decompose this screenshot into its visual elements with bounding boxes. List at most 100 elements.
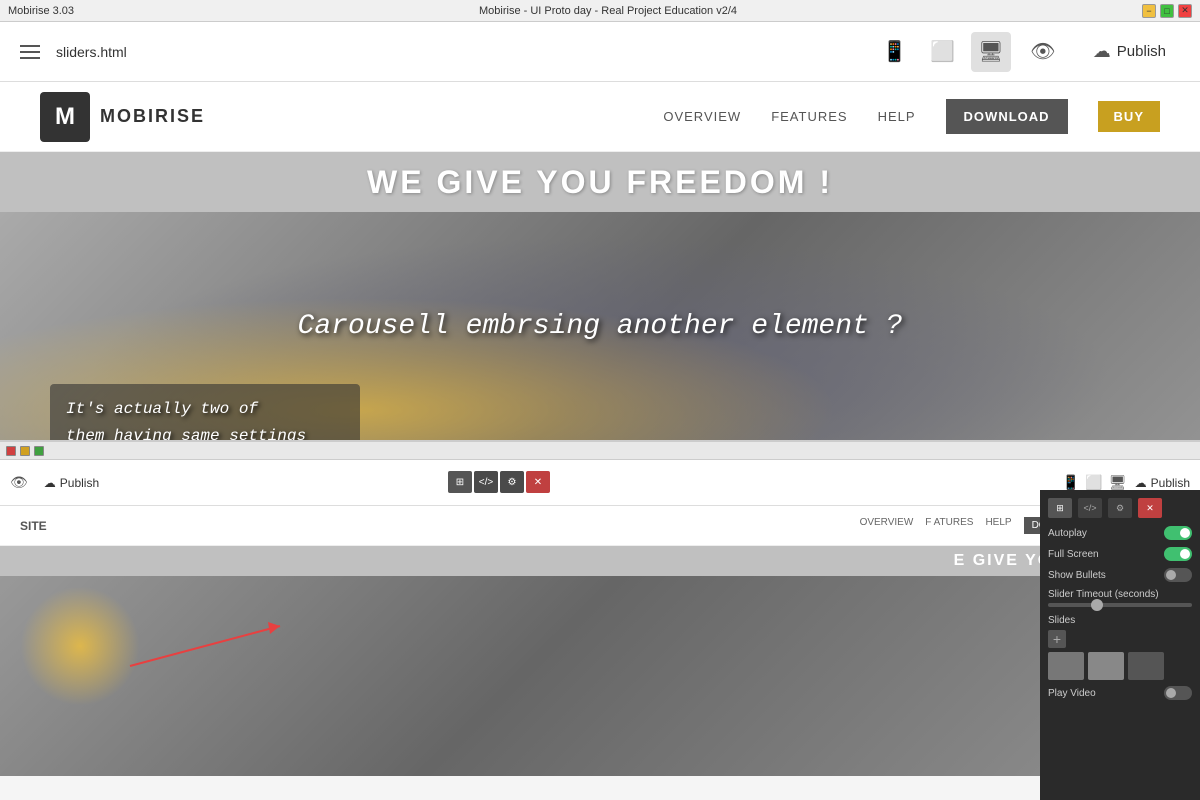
outer-slides-label: Slides	[1048, 615, 1192, 626]
outer-bullets-toggle[interactable]	[1164, 568, 1192, 582]
outer-tab-gear[interactable]: ⚙	[1108, 498, 1132, 518]
mobile-icon: 📱	[882, 39, 907, 64]
inner-publish-right-label: Publish	[1151, 476, 1190, 490]
inner-hero: E GIVE YOU FREEDOM !	[0, 546, 1200, 576]
nav-link-help[interactable]: HELP	[878, 109, 916, 124]
edit-code-btn[interactable]: </>	[474, 471, 498, 493]
inner-toolbar: 👁 ☁ Publish 📱 ⬜ 🖥 ☁ Publish	[0, 460, 1200, 506]
outer-timeout-label: Slider Timeout (seconds)	[1048, 589, 1192, 600]
inner-eye-icon: 👁	[10, 474, 28, 491]
publish-label: Publish	[1117, 43, 1166, 60]
hamburger-line-1	[20, 45, 40, 47]
outer-tab-close[interactable]: ✕	[1138, 498, 1162, 518]
minimize-button[interactable]: −	[1142, 4, 1156, 18]
outer-autoplay-row: Autoplay	[1048, 526, 1192, 540]
desktop-icon: 🖥	[978, 39, 1003, 64]
outer-thumb-1[interactable]	[1048, 652, 1084, 680]
inner-site-nav: SITE OVERVIEW F ATURES HELP DOWNLOAD BUY…	[0, 506, 1200, 546]
mobile-view-button[interactable]: 📱	[875, 32, 915, 72]
preview-button[interactable]: 👁	[1023, 32, 1063, 72]
inner-carousel-area: ⊞ </> ⚙ ✕ Autoplay Full Screen Show Bull…	[0, 576, 1200, 776]
app-name: Mobirise 3.03	[8, 5, 74, 17]
site-nav: M MOBIRISE OVERVIEW FEATURES HELP DOWNLO…	[0, 82, 1200, 152]
outer-autoplay-toggle[interactable]	[1164, 526, 1192, 540]
outer-bullets-row: Show Bullets	[1048, 568, 1192, 582]
arrow-svg	[120, 616, 320, 676]
hero-banner: WE GIVE YOU FREEDOM !	[0, 152, 1200, 212]
inner-desktop-icon: 🖥	[1109, 474, 1127, 491]
outer-bullets-label: Show Bullets	[1048, 570, 1106, 581]
inner-min-btn[interactable]	[20, 446, 30, 456]
window-title: Mobirise - UI Proto day - Real Project E…	[74, 5, 1142, 17]
close-button[interactable]: ✕	[1178, 4, 1192, 18]
hero-title: WE GIVE YOU FREEDOM !	[367, 164, 833, 201]
site-nav-links: OVERVIEW FEATURES HELP DOWNLOAD BUY	[205, 99, 1160, 134]
inner-publish-btn-left[interactable]: ☁ Publish	[36, 472, 107, 494]
outer-slider-thumb	[1091, 599, 1103, 611]
inner-cloud-right-icon: ☁	[1135, 476, 1147, 490]
menu-button[interactable]	[16, 41, 44, 63]
inner-nav-overview: OVERVIEW	[860, 517, 914, 534]
desktop-view-button[interactable]: 🖥	[971, 32, 1011, 72]
device-selector: 📱 ⬜ 🖥	[875, 32, 1011, 72]
maximize-button[interactable]: □	[1160, 4, 1174, 18]
inner-close-btn[interactable]	[6, 446, 16, 456]
inner-publish-label: Publish	[60, 476, 99, 490]
publish-button[interactable]: ☁ Publish	[1075, 33, 1184, 70]
carousel-main-title: Carousell embrsing another element ?	[298, 311, 903, 342]
outer-tab-layout[interactable]: ⊞	[1048, 498, 1072, 518]
cloud-icon: ☁	[1093, 41, 1111, 62]
inner-screenshot: 👁 ☁ Publish 📱 ⬜ 🖥 ☁ Publish SITE OVERVIE…	[0, 440, 1200, 800]
inner-nav-links: OVERVIEW F ATURES HELP DOWNLOAD BUY ⚙	[63, 517, 1180, 534]
inner-carousel-bg	[0, 576, 1040, 776]
nav-buy-button[interactable]: BUY	[1098, 101, 1160, 132]
outer-fullscreen-toggle[interactable]	[1164, 547, 1192, 561]
inner-tablet-icon: ⬜	[1085, 474, 1102, 491]
outer-settings-panel: ⊞ </> ⚙ ✕ Autoplay Full Screen Show Bull…	[1040, 490, 1200, 800]
nav-download-button[interactable]: DOWNLOAD	[946, 99, 1068, 134]
inner-publish-btn-right[interactable]: ☁ Publish	[1135, 476, 1190, 490]
nav-link-features[interactable]: FEATURES	[771, 109, 847, 124]
window-controls: − □ ✕	[1142, 4, 1192, 18]
arrow-line	[130, 626, 280, 666]
inner-brand: SITE	[20, 519, 47, 533]
nav-link-overview[interactable]: OVERVIEW	[663, 109, 741, 124]
outer-autoplay-label: Autoplay	[1048, 528, 1087, 539]
edit-toolbar: ⊞ </> ⚙ ✕	[448, 471, 550, 493]
inner-nav-features: F ATURES	[925, 517, 973, 534]
outer-timeout-row: Slider Timeout (seconds)	[1048, 589, 1192, 607]
outer-settings-header: ⊞ </> ⚙ ✕	[1048, 498, 1192, 518]
eye-icon: 👁	[1030, 39, 1055, 64]
outer-playvideo-label: Play Video	[1048, 688, 1096, 699]
tablet-icon: ⬜	[930, 39, 955, 64]
outer-slide-thumbs	[1048, 652, 1192, 680]
site-logo-area: M MOBIRISE	[40, 92, 205, 142]
tablet-view-button[interactable]: ⬜	[923, 32, 963, 72]
outer-tab-code[interactable]: </>	[1078, 498, 1102, 518]
title-bar: Mobirise 3.03 Mobirise - UI Proto day - …	[0, 0, 1200, 22]
current-file: sliders.html	[56, 44, 863, 60]
hamburger-line-2	[20, 51, 40, 53]
outer-slides-section: Slides +	[1048, 615, 1192, 680]
edit-layout-btn[interactable]: ⊞	[448, 471, 472, 493]
inner-mobile-icon: 📱	[1062, 474, 1079, 491]
inner-max-btn[interactable]	[34, 446, 44, 456]
logo-letter: M	[55, 103, 75, 131]
outer-playvideo-toggle[interactable]	[1164, 686, 1192, 700]
edit-delete-btn[interactable]: ✕	[526, 471, 550, 493]
inner-cloud-icon: ☁	[44, 476, 56, 490]
outer-thumb-2[interactable]	[1088, 652, 1124, 680]
outer-timeout-slider[interactable]	[1048, 603, 1192, 607]
arrow-annotation	[120, 616, 320, 681]
inner-device-icons: 📱 ⬜ 🖥	[1062, 474, 1127, 491]
outer-slides-add[interactable]: +	[1048, 630, 1066, 648]
outer-playvideo-row: Play Video	[1048, 686, 1192, 700]
outer-fullscreen-row: Full Screen	[1048, 547, 1192, 561]
outer-thumb-3[interactable]	[1128, 652, 1164, 680]
arrow-head	[268, 622, 280, 634]
site-brand-name: MOBIRISE	[100, 106, 205, 127]
carousel-text-overlay: Carousell embrsing another element ?	[298, 311, 903, 342]
main-content: M MOBIRISE OVERVIEW FEATURES HELP DOWNLO…	[0, 82, 1200, 800]
inner-nav-help: HELP	[985, 517, 1011, 534]
edit-gear-btn[interactable]: ⚙	[500, 471, 524, 493]
